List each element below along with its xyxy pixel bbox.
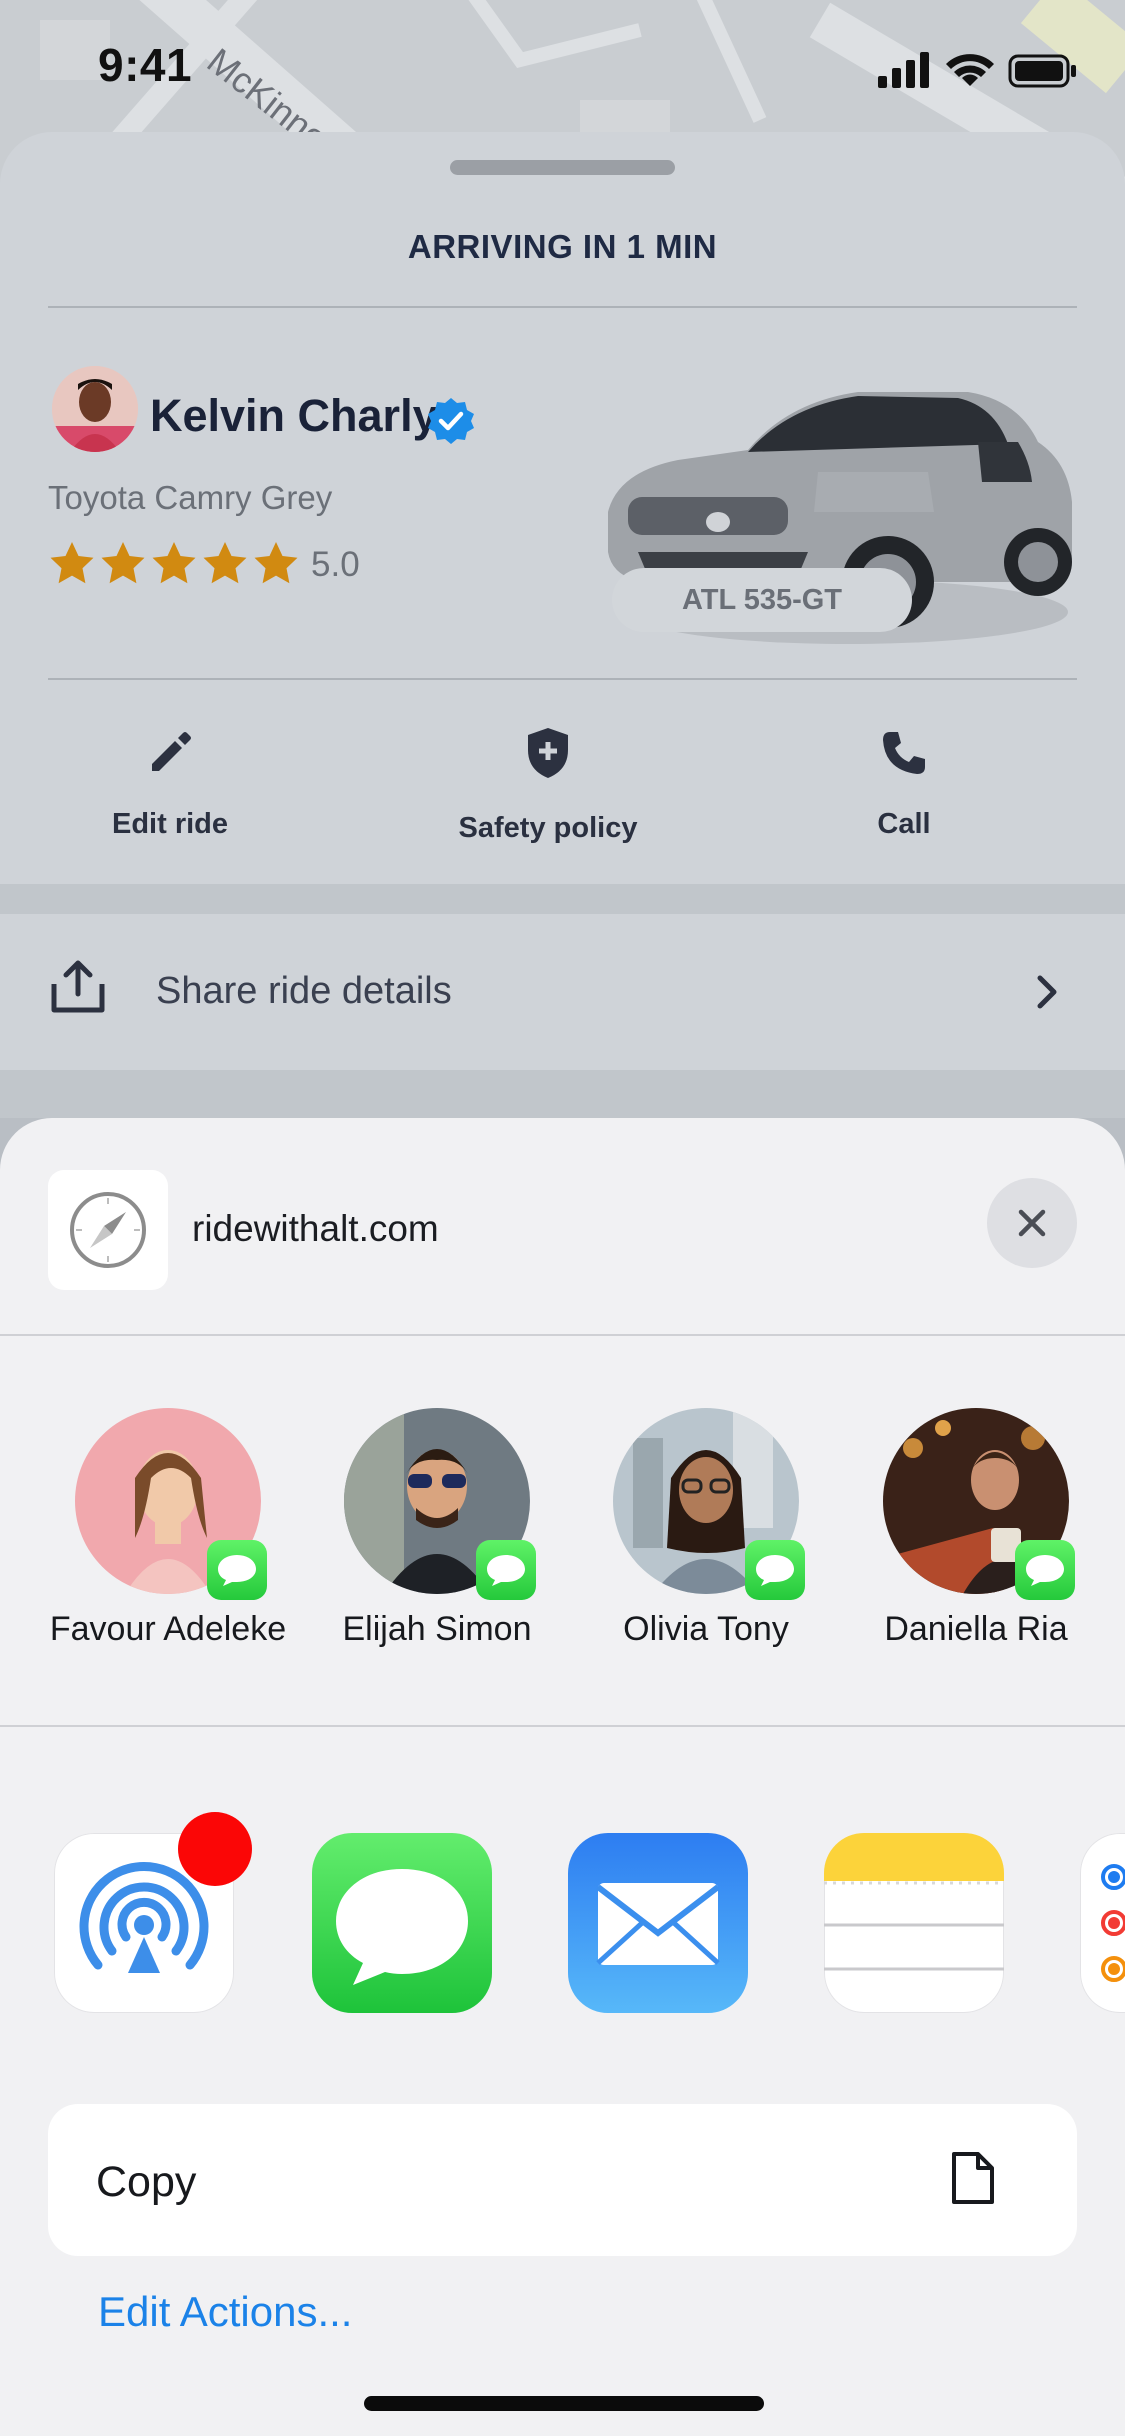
copy-label: Copy: [96, 2158, 197, 2206]
edit-ride-label: Edit ride: [111, 808, 228, 840]
reminders-app-button[interactable]: [1080, 1833, 1125, 2013]
messages-badge-icon: [207, 1540, 267, 1600]
car-model: Toyota Camry Grey: [48, 479, 333, 516]
call-label: Call: [877, 808, 931, 840]
battery-icon: [1008, 54, 1076, 88]
copy-action-button[interactable]: [48, 2104, 1077, 2256]
sheet-grabber[interactable]: [450, 160, 675, 175]
divider: [0, 1334, 1125, 1336]
mail-app-button[interactable]: [568, 1833, 748, 2013]
close-button[interactable]: [987, 1178, 1077, 1268]
safari-icon: [48, 1170, 168, 1290]
star-icon: [152, 542, 196, 584]
share-icon: [50, 960, 106, 1019]
mail-icon: [596, 1883, 720, 1965]
contact-daniella-ria[interactable]: Daniella Ria: [842, 1408, 1110, 1649]
contact-name: Elijah Simon: [342, 1610, 532, 1648]
contact-name: Olivia Tony: [623, 1610, 789, 1648]
rating-stars: [48, 540, 300, 593]
rating-value: 5.0: [311, 545, 360, 584]
notes-app-button[interactable]: [824, 1833, 1004, 2013]
home-indicator[interactable]: [364, 2396, 764, 2411]
messages-badge-icon: [745, 1540, 805, 1600]
driver-avatar[interactable]: [52, 366, 138, 452]
contact-name: Favour Adeleke: [49, 1610, 287, 1648]
document-icon: [950, 2150, 996, 2211]
reminders-icon: [1101, 1864, 1125, 1982]
star-icon: [203, 542, 247, 584]
edit-ride-button[interactable]: Edit ride: [40, 722, 300, 841]
messages-icon: [336, 1869, 468, 1985]
messages-badge-icon: [1015, 1540, 1075, 1600]
arrival-status: ARRIVING IN 1 MIN: [407, 228, 718, 265]
license-plate: ATL 535-GT: [612, 568, 912, 632]
share-ride-label: Share ride details: [156, 970, 452, 1012]
phone-icon: [883, 732, 925, 774]
cellular-signal-icon: [878, 52, 929, 88]
close-icon: [1018, 1209, 1046, 1237]
pencil-icon: [152, 732, 191, 771]
section-gap: [0, 1070, 1125, 1118]
status-time: 9:41: [98, 39, 193, 91]
star-icon: [254, 542, 298, 584]
notes-icon: [824, 1833, 1004, 1971]
shared-url: ridewithalt.com: [192, 1208, 439, 1249]
safety-policy-label: Safety policy: [458, 812, 638, 844]
contact-elijah-simon[interactable]: Elijah Simon: [303, 1408, 571, 1649]
section-gap: [0, 884, 1125, 914]
contact-favour-adeleke[interactable]: Favour Adeleke: [34, 1408, 302, 1649]
verified-badge-icon: [426, 396, 476, 451]
call-button[interactable]: Call: [774, 722, 1034, 841]
contact-olivia-tony[interactable]: Olivia Tony: [572, 1408, 840, 1649]
star-icon: [101, 542, 145, 584]
messages-app-button[interactable]: [312, 1833, 492, 2013]
status-icons: [878, 50, 1078, 95]
chevron-right-icon: [1034, 974, 1060, 1015]
divider: [48, 678, 1077, 680]
safety-policy-button[interactable]: Safety policy: [418, 722, 678, 845]
edit-actions-link[interactable]: Edit Actions...: [98, 2288, 352, 2336]
divider: [0, 1725, 1125, 1727]
star-icon: [50, 542, 94, 584]
shield-icon: [528, 728, 568, 778]
driver-name: Kelvin Charly: [150, 390, 438, 441]
messages-badge-icon: [476, 1540, 536, 1600]
wifi-icon: [946, 54, 994, 86]
contact-name: Daniella Ria: [884, 1610, 1068, 1648]
divider: [48, 306, 1077, 308]
notification-badge: [178, 1812, 252, 1886]
